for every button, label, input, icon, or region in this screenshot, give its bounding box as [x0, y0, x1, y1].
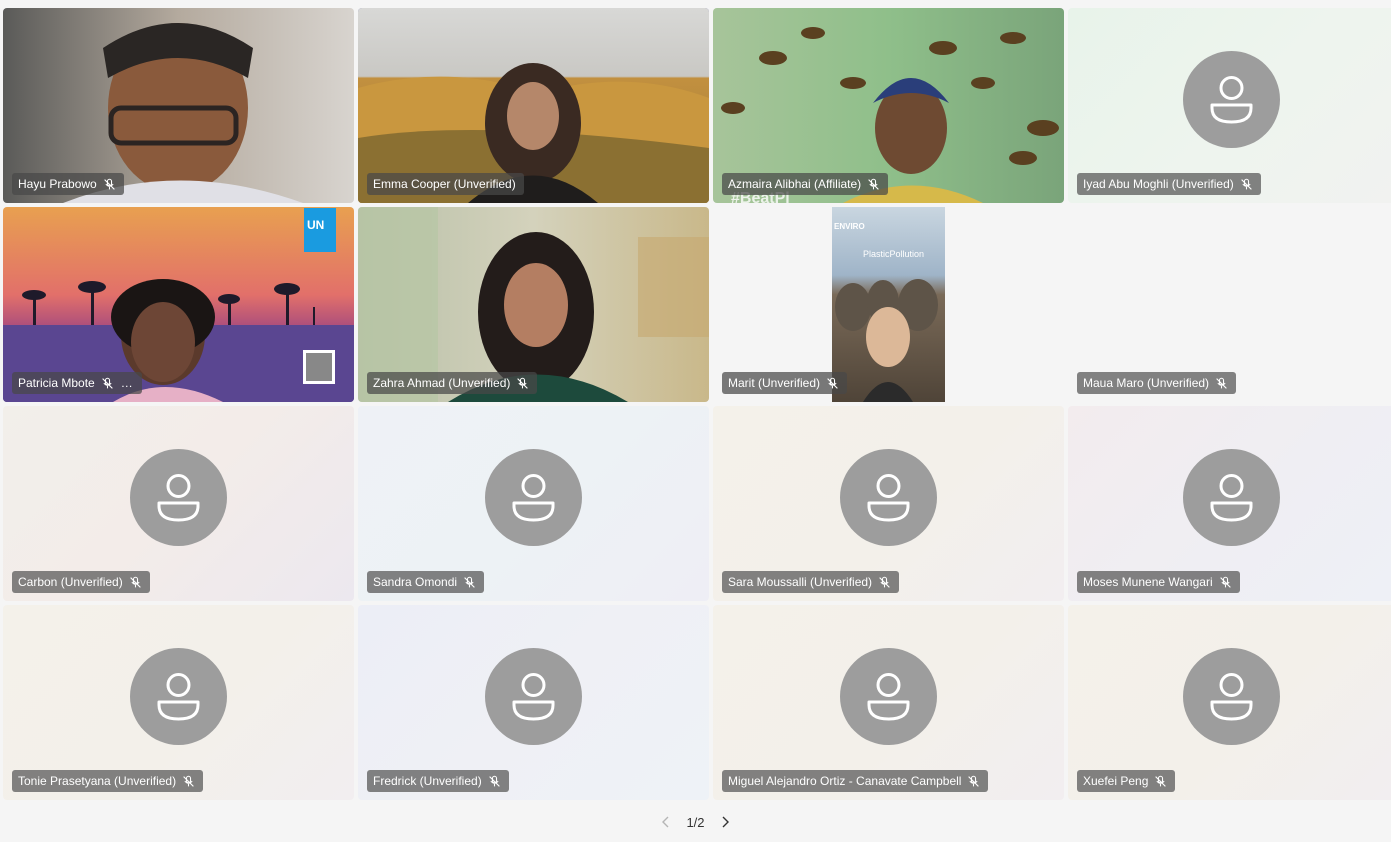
name-badge: Maua Maro (Unverified)	[1077, 372, 1237, 394]
name-badge: Hayu Prabowo	[12, 173, 124, 195]
next-page-button[interactable]	[717, 814, 733, 830]
person-icon	[512, 673, 555, 721]
name-badge: Iyad Abu Moghli (Unverified)	[1077, 173, 1261, 195]
name-badge: Sara Moussalli (Unverified)	[722, 571, 900, 593]
name-badge: Xuefei Peng	[1077, 770, 1176, 792]
participant-name: Patricia Mbote	[18, 376, 95, 390]
name-badge: Emma Cooper (Unverified)	[367, 173, 524, 195]
name-badge: Fredrick (Unverified)	[367, 770, 509, 792]
avatar	[485, 648, 582, 746]
mic-muted-icon	[826, 377, 839, 390]
more-options-icon[interactable]: …	[121, 372, 134, 394]
participant-tile-patricia-mbote[interactable]: UN Patricia Mbote …	[3, 207, 354, 402]
pagination: 1/2	[0, 811, 1391, 833]
participant-tile-marit[interactable]: ENVIRO PlasticPollution Marit (Unverifie…	[713, 207, 1064, 402]
chevron-right-icon	[722, 816, 729, 828]
avatar	[130, 449, 227, 547]
mic-muted-icon	[488, 775, 501, 788]
avatar	[1183, 648, 1280, 746]
participant-tile-sara-moussalli[interactable]: Sara Moussalli (Unverified)	[713, 406, 1064, 601]
mic-muted-icon	[1240, 178, 1253, 191]
person-icon	[157, 673, 200, 721]
participant-name: Miguel Alejandro Ortiz - Canavate Campbe…	[728, 774, 962, 788]
mic-muted-icon	[129, 576, 142, 589]
mic-muted-icon	[101, 377, 114, 390]
page-indicator: 1/2	[686, 814, 705, 830]
participant-name: Iyad Abu Moghli (Unverified)	[1083, 177, 1234, 191]
participant-name: Sara Moussalli (Unverified)	[728, 575, 873, 589]
mic-muted-icon	[878, 576, 891, 589]
avatar	[130, 648, 227, 746]
name-badge: Carbon (Unverified)	[12, 571, 150, 593]
banner-text-line: PlasticPollution	[863, 249, 924, 259]
participant-tile-miguel-alejandro-ortiz[interactable]: Miguel Alejandro Ortiz - Canavate Campbe…	[713, 605, 1064, 800]
chevron-left-icon	[662, 816, 669, 828]
participant-tile-hayu-prabowo[interactable]: Hayu Prabowo	[3, 8, 354, 203]
person-icon	[867, 673, 910, 721]
name-badge: Moses Munene Wangari	[1077, 571, 1240, 593]
participant-name: Tonie Prasetyana (Unverified)	[18, 774, 177, 788]
participant-tile-carbon[interactable]: Carbon (Unverified)	[3, 406, 354, 601]
participant-name: Marit (Unverified)	[728, 376, 821, 390]
participant-name: Carbon (Unverified)	[18, 575, 123, 589]
name-badge: Sandra Omondi	[367, 571, 485, 593]
participant-name: Maua Maro (Unverified)	[1083, 376, 1210, 390]
mic-muted-icon	[516, 377, 529, 390]
participant-name: Zahra Ahmad (Unverified)	[373, 376, 511, 390]
person-icon	[1210, 673, 1253, 721]
avatar	[840, 449, 937, 547]
participant-tile-tonie-prasetyana[interactable]: Tonie Prasetyana (Unverified)	[3, 605, 354, 800]
avatar	[485, 449, 582, 547]
name-badge: Azmaira Alibhai (Affiliate)	[722, 173, 889, 195]
person-icon	[867, 474, 910, 522]
participant-tile-azmaira-alibhai[interactable]: #BeatPl Azmaira Alibhai (Affiliate)	[713, 8, 1064, 203]
mic-muted-icon	[103, 178, 116, 191]
participant-name: Fredrick (Unverified)	[373, 774, 482, 788]
participant-name: Emma Cooper (Unverified)	[373, 177, 516, 191]
mic-muted-icon	[463, 576, 476, 589]
name-badge: Marit (Unverified)	[722, 372, 848, 394]
mic-muted-icon	[1215, 377, 1228, 390]
participant-grid: Hayu Prabowo Emma Cooper (Unverified) #B…	[3, 8, 1391, 800]
name-badge: Zahra Ahmad (Unverified)	[367, 372, 538, 394]
participant-tile-sandra-omondi[interactable]: Sandra Omondi	[358, 406, 709, 601]
avatar	[1183, 51, 1280, 149]
participant-tile-xuefei-peng[interactable]: Xuefei Peng	[1068, 605, 1391, 800]
name-badge: Miguel Alejandro Ortiz - Canavate Campbe…	[722, 770, 989, 792]
participant-tile-zahra-ahmad[interactable]: Zahra Ahmad (Unverified)	[358, 207, 709, 402]
participant-tile-fredrick[interactable]: Fredrick (Unverified)	[358, 605, 709, 800]
mic-muted-icon	[182, 775, 195, 788]
mic-muted-icon	[867, 178, 880, 191]
previous-page-button[interactable]	[658, 814, 674, 830]
participant-name: Hayu Prabowo	[18, 177, 97, 191]
participant-name: Moses Munene Wangari	[1083, 575, 1213, 589]
person-icon	[1210, 76, 1253, 124]
un-logo-text: UN	[307, 218, 324, 232]
participant-name: Xuefei Peng	[1083, 774, 1149, 788]
mic-muted-icon	[1219, 576, 1232, 589]
mic-muted-icon	[1154, 775, 1167, 788]
mic-muted-icon	[967, 775, 980, 788]
participant-name: Sandra Omondi	[373, 575, 458, 589]
person-icon	[157, 474, 200, 522]
person-icon	[1210, 474, 1253, 522]
participant-name: Azmaira Alibhai (Affiliate)	[728, 177, 862, 191]
name-badge: Tonie Prasetyana (Unverified)	[12, 770, 204, 792]
avatar	[1183, 449, 1280, 547]
name-badge: Patricia Mbote …	[12, 372, 142, 394]
participant-tile-emma-cooper[interactable]: Emma Cooper (Unverified)	[358, 8, 709, 203]
participant-tile-maua-maro[interactable]: Maua Maro (Unverified)	[1068, 207, 1391, 402]
avatar	[840, 648, 937, 746]
person-icon	[512, 474, 555, 522]
participant-tile-iyad-abu-moghli[interactable]: Iyad Abu Moghli (Unverified)	[1068, 8, 1391, 203]
banner-text-line: ENVIRO	[834, 222, 865, 231]
participant-tile-moses-munene-wangari[interactable]: Moses Munene Wangari	[1068, 406, 1391, 601]
